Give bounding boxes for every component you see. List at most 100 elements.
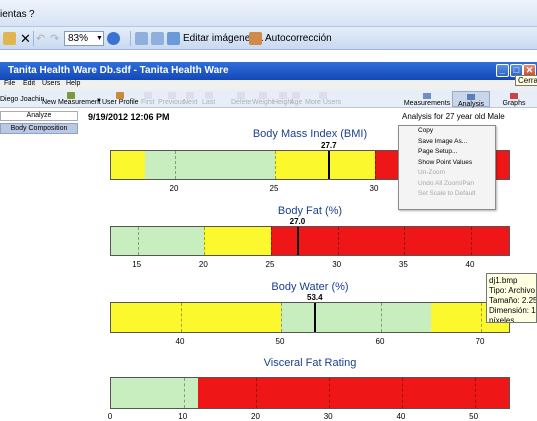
help-icon[interactable] [107, 31, 120, 46]
app-menubar: File Edit Users Help [0, 80, 537, 90]
value-marker [296, 227, 299, 255]
tick-label: 40 [465, 260, 475, 269]
tick-label: 35 [398, 260, 408, 269]
measurements-label: Measurements [403, 100, 451, 107]
analysis-icon [467, 94, 475, 100]
gridline [404, 227, 406, 255]
gauge-segment-red [271, 227, 509, 255]
context-menu-item[interactable]: Show Point Values [399, 158, 495, 169]
value-marker [314, 303, 316, 332]
user-name: Diego Joachin [0, 96, 45, 103]
tab-graphs[interactable]: Graphs [496, 91, 532, 107]
next-label: Next [183, 99, 198, 106]
host-menu-help[interactable]: ? [29, 9, 35, 20]
gridline [375, 151, 376, 179]
tick-label: 20 [198, 260, 208, 269]
previous-button[interactable]: Previous [158, 92, 185, 107]
rotate-right-icon[interactable] [151, 31, 164, 46]
last-label: Last [202, 99, 216, 106]
autocorrect-label: Autocorrección [265, 33, 332, 44]
tick-label: 40 [175, 337, 185, 346]
delete-icon[interactable]: ✕ [20, 31, 31, 46]
gauge-value: 27.7 [321, 141, 337, 150]
context-menu-item[interactable]: Un-Zoom [399, 168, 495, 179]
age-button[interactable]: Age [290, 92, 302, 107]
tick-label: 20 [169, 184, 179, 193]
delete-label: Delete [231, 99, 252, 106]
tick-label: 50 [275, 337, 285, 346]
weight-label: Weight [252, 99, 274, 106]
user-profile-label: User Profile [102, 99, 139, 106]
tab-analysis[interactable]: Analysis [452, 91, 490, 108]
menu-users[interactable]: Users [42, 80, 60, 87]
rotate-left-icon[interactable] [135, 31, 148, 46]
tab-measurements[interactable]: Measurements [402, 91, 452, 107]
context-menu-item[interactable]: Save Image As... [399, 137, 495, 148]
file-tooltip-line: Dimensión: 102 [489, 306, 536, 315]
chevron-down-icon[interactable]: ▼ [96, 31, 103, 46]
user-selector[interactable]: Diego Joachin [0, 96, 44, 104]
gridline [481, 303, 482, 332]
autocorrect-button[interactable]: Autocorrección [249, 31, 332, 46]
gauge-segment-green [281, 303, 431, 332]
file-tooltip-line: píxeles [489, 316, 515, 323]
minimize-button[interactable]: _ [496, 64, 509, 77]
gridline [329, 378, 331, 408]
gauge-title: Body Water (%) [271, 281, 349, 293]
gridline [381, 303, 382, 332]
menu-help[interactable]: Help [66, 80, 80, 87]
tick-label: 30 [332, 260, 342, 269]
weight-button[interactable]: Weight [252, 92, 274, 107]
app-toolbar: Diego Joachin New Measurement ▼ User Pro… [0, 90, 537, 108]
gridline [281, 303, 282, 332]
window-titlebar[interactable]: Tanita Health Ware Db.sdf - Tanita Healt… [0, 62, 537, 80]
last-button[interactable]: Last [202, 92, 215, 107]
gauge-segment-yellow [275, 151, 375, 179]
gauge-value: 27.0 [289, 217, 306, 226]
gauge-segment-yellow [204, 227, 271, 255]
menu-edit[interactable]: Edit [23, 80, 35, 87]
gauge-value: 53.4 [307, 293, 323, 302]
report-date: 9/19/2012 12:06 PM [88, 112, 170, 122]
tick-label: 25 [265, 260, 275, 269]
redo-icon[interactable]: ↷ [50, 31, 59, 46]
user-profile-button[interactable]: User Profile [102, 92, 139, 107]
delete-button[interactable]: Delete [231, 92, 251, 107]
next-button[interactable]: Next [183, 92, 197, 107]
tick-label: 40 [396, 412, 406, 421]
paste-icon[interactable] [3, 31, 16, 46]
tick-label: 20 [251, 412, 260, 421]
window-title: Tanita Health Ware Db.sdf - Tanita Healt… [8, 65, 229, 76]
gauge-title: Visceral Fat Rating [263, 357, 357, 369]
gridline [181, 303, 182, 332]
gauge-bar[interactable] [110, 377, 510, 409]
tick-label: 30 [369, 184, 379, 193]
context-menu-item[interactable]: Page Setup... [399, 147, 495, 158]
gauge-bar[interactable] [110, 302, 510, 333]
gridline [256, 378, 258, 408]
host-menu-herramientas[interactable]: ientas [0, 9, 27, 20]
gauge-segment-green [111, 227, 205, 255]
gauge-segment-yellow [111, 151, 145, 179]
gridline [337, 227, 339, 255]
file-tooltip: dj1.bmpTipo: Archivo BTamaño: 2.25 MDime… [486, 273, 537, 323]
more-users-button[interactable]: More Users [305, 92, 341, 107]
new-measurement-button[interactable]: New Measurement [42, 92, 101, 107]
new-measurement-label: New Measurement [42, 99, 101, 106]
file-tooltip-line: Tamaño: 2.25 M [489, 296, 537, 305]
gridline [275, 151, 276, 179]
context-menu-item[interactable]: Set Scale to Default [399, 189, 495, 200]
graphs-label: Graphs [502, 100, 526, 107]
gauge-bar[interactable] [110, 226, 510, 256]
value-marker [328, 151, 330, 179]
gridline [271, 227, 272, 255]
close-tooltip: Cerrar [515, 75, 537, 86]
first-button[interactable]: First [141, 92, 155, 107]
body-composition-item[interactable]: Body Composition [0, 123, 78, 134]
menu-file[interactable]: File [4, 80, 15, 87]
context-menu-item[interactable]: Undo All Zoom/Pan [399, 179, 495, 190]
undo-icon[interactable]: ↶ [36, 31, 45, 46]
measurements-icon [423, 93, 431, 99]
tick-label: 15 [132, 260, 142, 269]
context-menu-item[interactable]: Copy [399, 126, 495, 137]
